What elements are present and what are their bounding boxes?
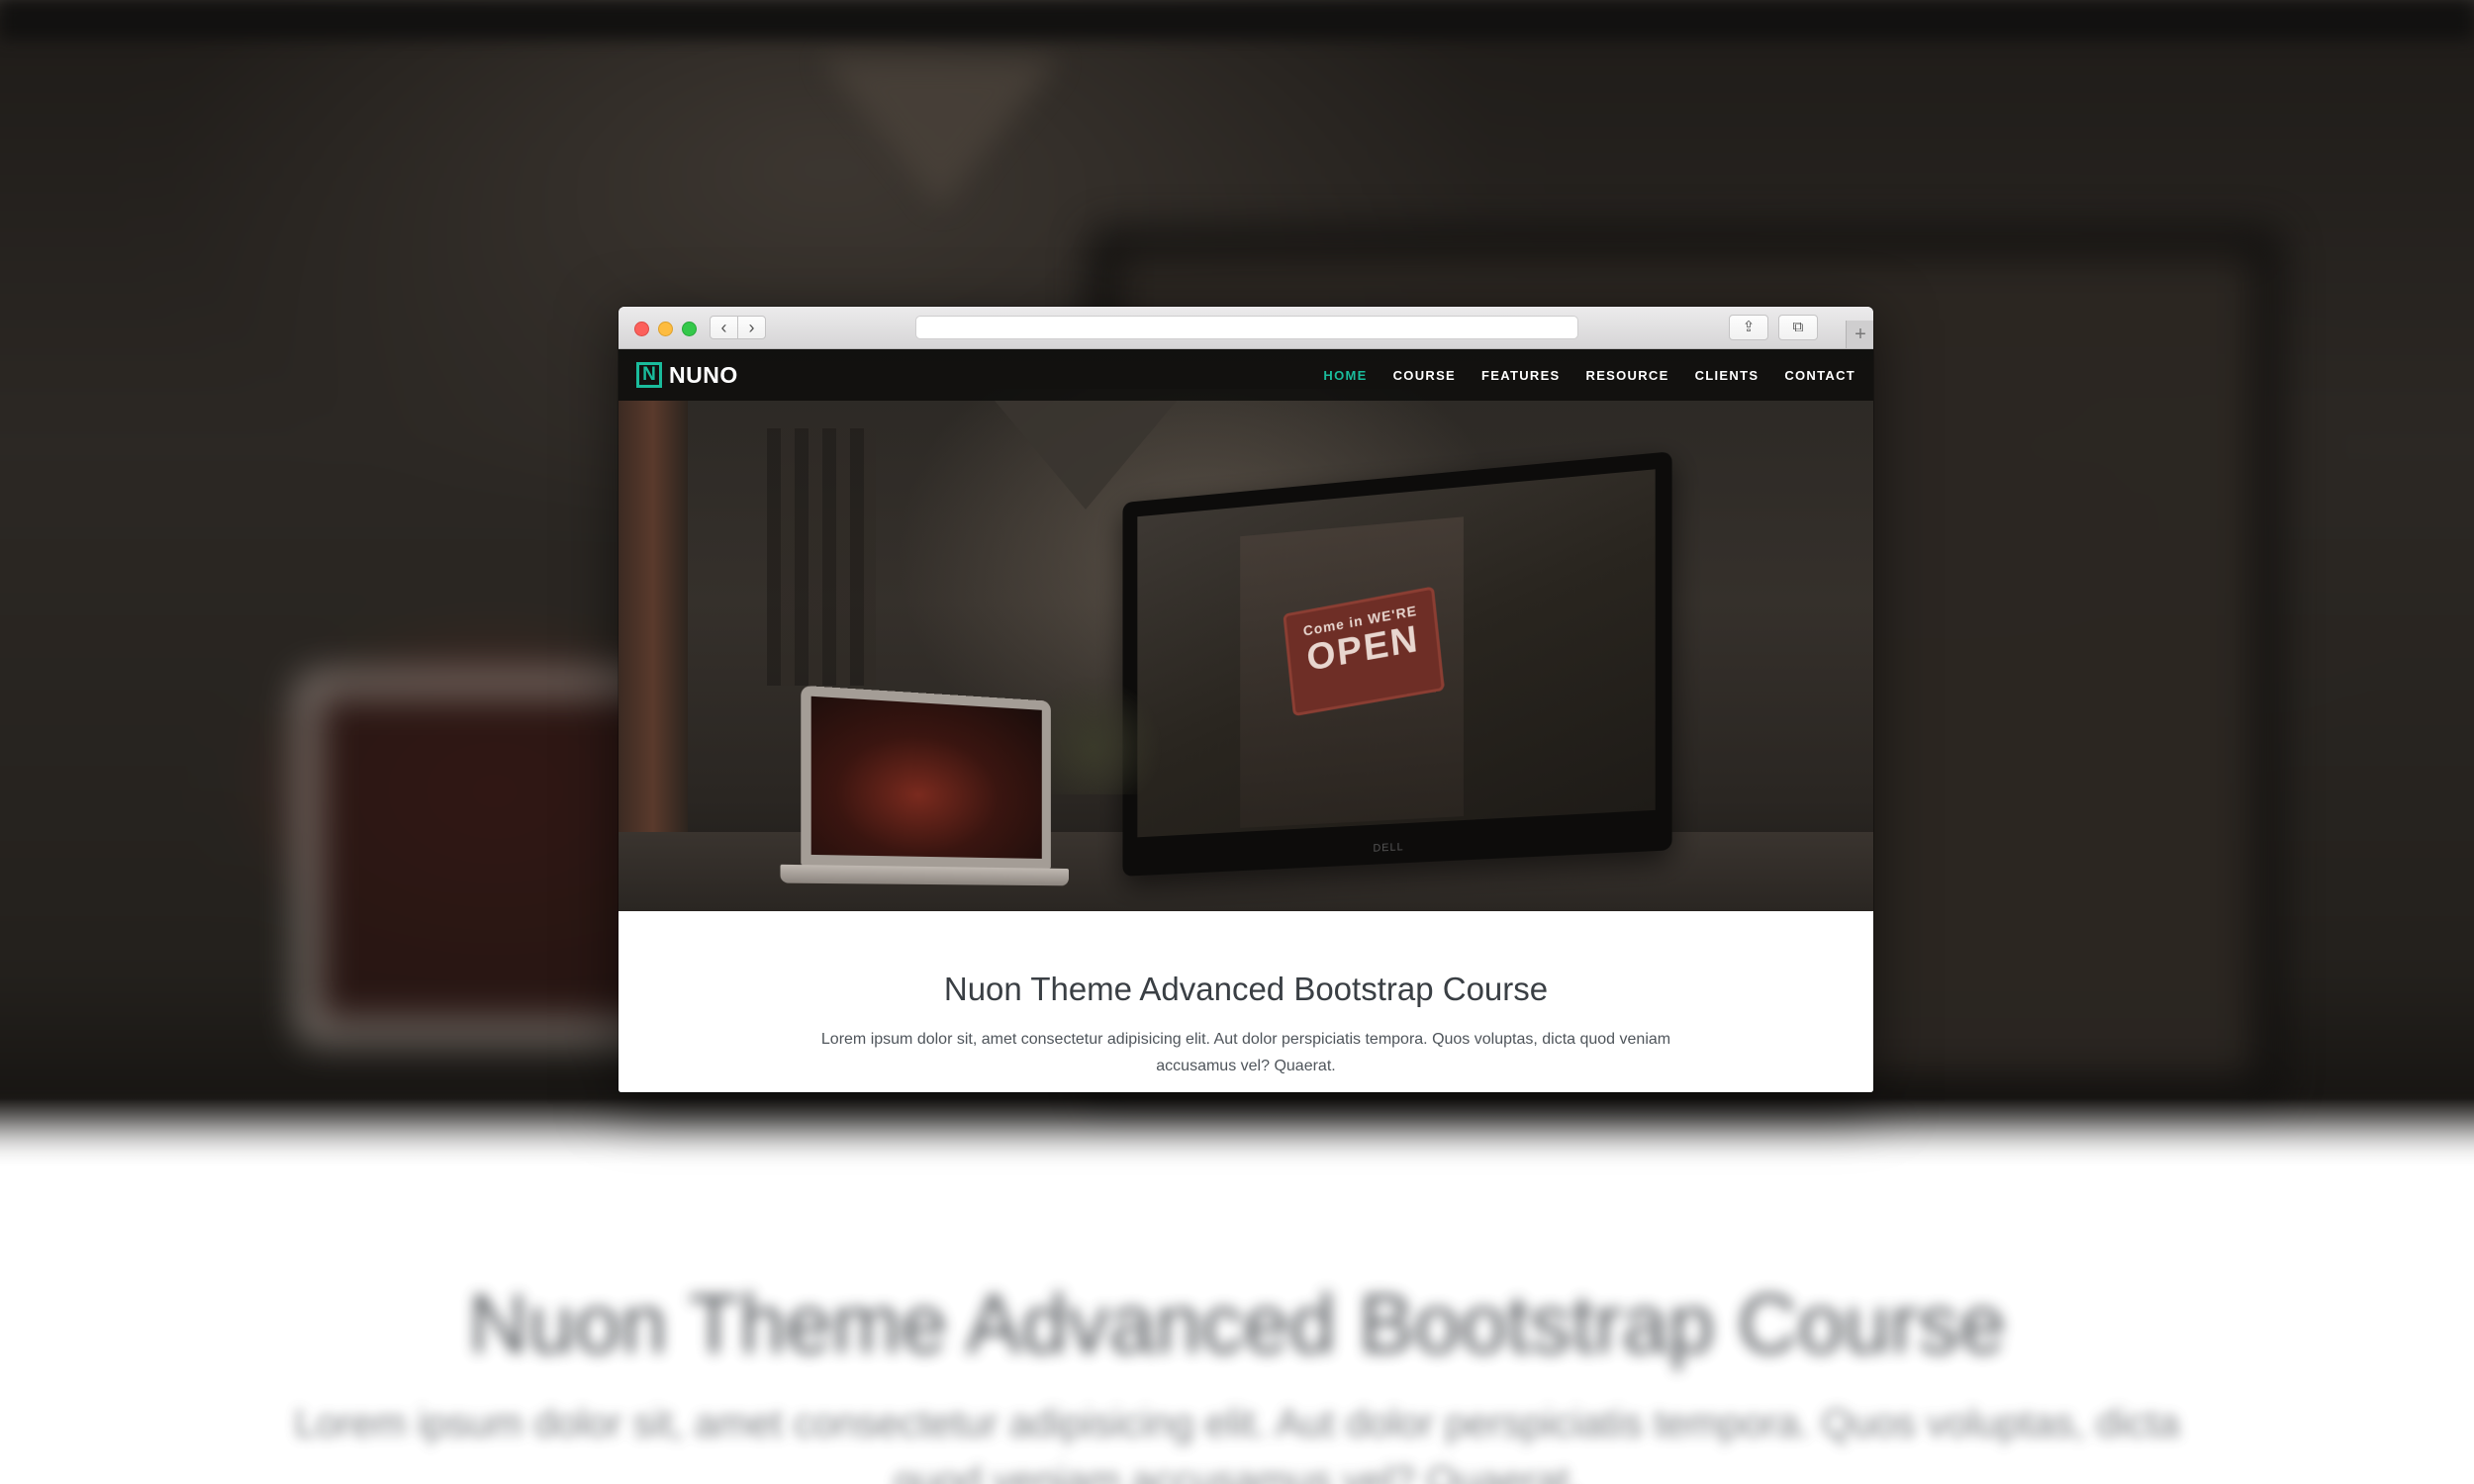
nav-features[interactable]: FEATURES — [1469, 368, 1573, 383]
forward-arrow-icon[interactable]: › — [737, 316, 766, 339]
close-window-button[interactable] — [634, 322, 649, 336]
site-navbar: N NUNO HOME COURSE FEATURES RESOURCE CLI… — [618, 349, 1873, 401]
nav-contact[interactable]: CONTACT — [1771, 368, 1868, 383]
website: Come in WE'RE OPEN DELL N NUNO HOME COUR… — [618, 349, 1873, 1092]
blurred-title: Nuon Theme Advanced Bootstrap Course — [468, 1277, 2006, 1370]
hero-laptop — [780, 684, 1069, 887]
nav-course[interactable]: COURSE — [1380, 368, 1469, 383]
share-icon[interactable]: ⇪ — [1729, 315, 1768, 340]
nav-resource[interactable]: RESOURCE — [1573, 368, 1682, 383]
hero-image: Come in WE'RE OPEN DELL — [618, 349, 1873, 911]
address-bar[interactable] — [915, 316, 1578, 339]
blurred-triangle — [821, 59, 1059, 208]
back-arrow-icon[interactable]: ‹ — [710, 316, 738, 339]
browser-window: ‹ › ⇪ ⧉ + Come in WE'RE OPEN DELL N NUNO… — [618, 307, 1873, 1092]
minimize-window-button[interactable] — [658, 322, 673, 336]
blurred-text: Lorem ipsum dolor sit, amet consectetur … — [294, 1402, 2180, 1484]
nav-links: HOME COURSE FEATURES RESOURCE CLIENTS CO… — [1310, 349, 1868, 401]
nuno-logo-icon: N — [636, 362, 662, 388]
maximize-window-button[interactable] — [682, 322, 697, 336]
blurred-navbar — [0, 0, 2474, 40]
site-logo[interactable]: N NUNO — [636, 361, 738, 389]
hero-shelf — [618, 401, 688, 866]
intro-section: Nuon Theme Advanced Bootstrap Course Lor… — [618, 911, 1873, 1092]
page-title: Nuon Theme Advanced Bootstrap Course — [943, 971, 1549, 1007]
nav-clients[interactable]: CLIENTS — [1682, 368, 1772, 383]
blurred-fade — [0, 1098, 2474, 1197]
logo-text: NUNO — [669, 361, 738, 388]
hero-monitor: Come in WE'RE OPEN DELL — [1122, 451, 1672, 877]
nav-home[interactable]: HOME — [1310, 368, 1380, 383]
browser-toolbar: ‹ › ⇪ ⧉ + — [618, 307, 1873, 349]
hero-triangle — [995, 401, 1177, 510]
tabs-icon[interactable]: ⧉ — [1778, 315, 1818, 340]
plus-icon[interactable]: + — [1846, 321, 1873, 348]
intro-paragraph: Lorem ipsum dolor sit, amet consectetur … — [820, 1031, 1671, 1074]
